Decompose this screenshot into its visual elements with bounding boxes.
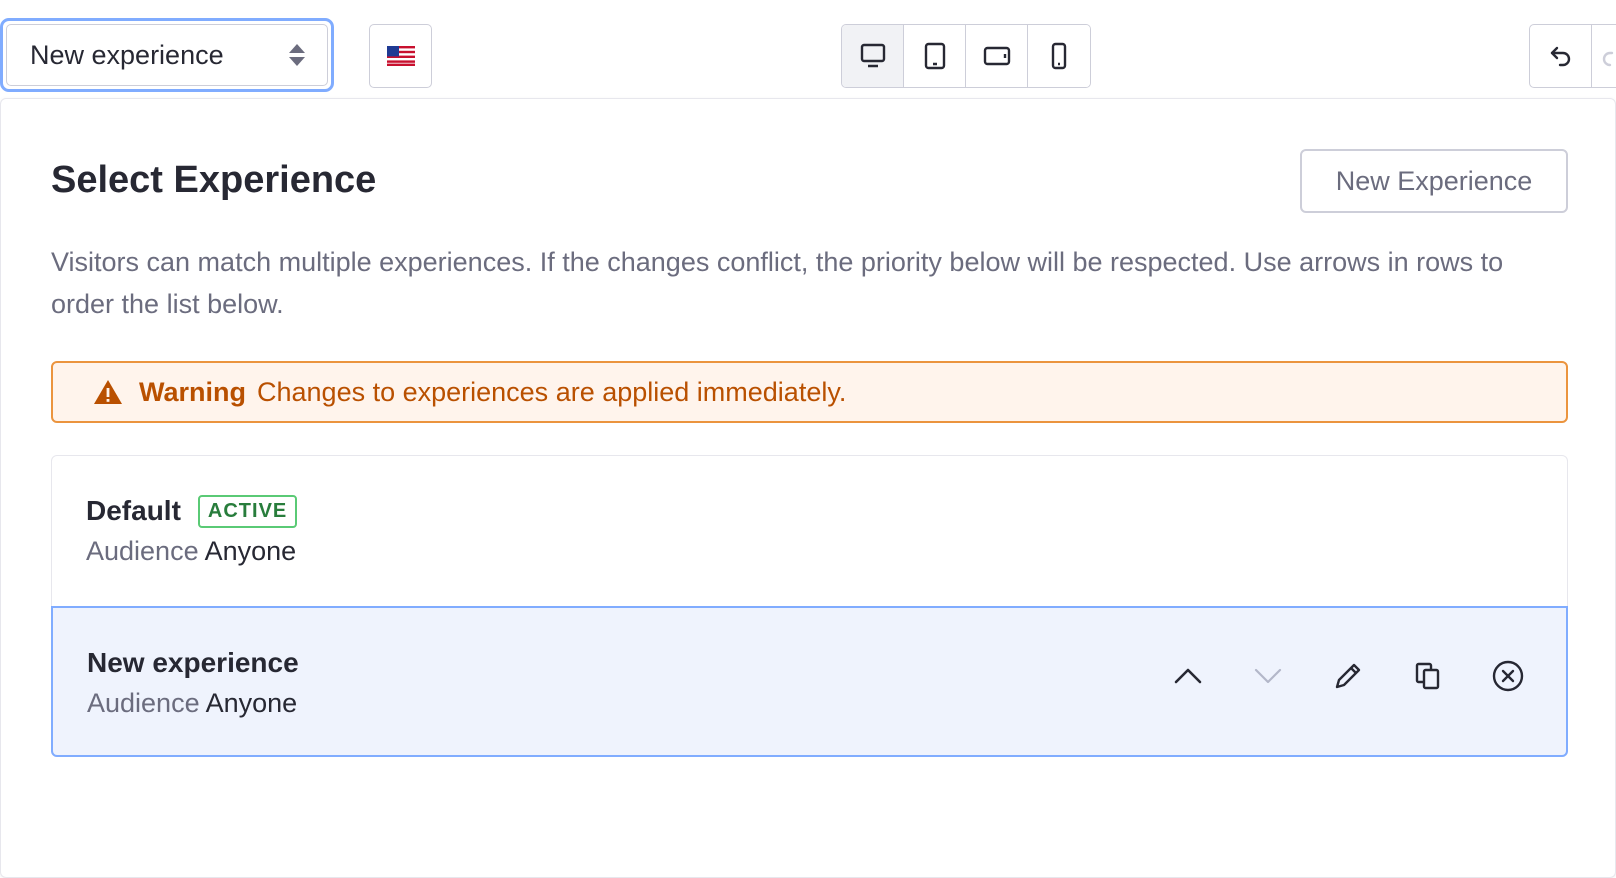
pencil-icon bbox=[1335, 663, 1361, 689]
edit-button[interactable] bbox=[1330, 658, 1366, 694]
mobile-icon bbox=[1051, 42, 1067, 70]
experience-list: Default ACTIVE Audience Anyone New exper… bbox=[51, 455, 1568, 757]
move-up-button[interactable] bbox=[1170, 658, 1206, 694]
experience-select[interactable]: New experience bbox=[0, 18, 334, 92]
tablet-icon bbox=[924, 42, 945, 70]
experience-audience: Audience Anyone bbox=[86, 536, 1567, 567]
tablet-landscape-view-button[interactable] bbox=[966, 25, 1028, 87]
new-experience-button[interactable]: New Experience bbox=[1300, 149, 1568, 213]
tablet-view-button[interactable] bbox=[904, 25, 966, 87]
warning-label: Warning bbox=[139, 376, 246, 407]
us-flag-icon bbox=[386, 46, 415, 66]
experience-name: Default bbox=[86, 495, 181, 526]
experience-row-new[interactable]: New experience Audience Anyone bbox=[51, 606, 1568, 757]
audience-value: Anyone bbox=[205, 688, 298, 718]
warning-message: Changes to experiences are applied immed… bbox=[257, 376, 847, 407]
row-actions bbox=[1170, 658, 1526, 694]
move-down-button[interactable] bbox=[1250, 658, 1286, 694]
audience-label: Audience bbox=[86, 536, 199, 566]
warning-alert: Warning Changes to experiences are appli… bbox=[51, 361, 1568, 423]
toolbar: New experience bbox=[0, 0, 1616, 98]
audience-value: Anyone bbox=[204, 536, 297, 566]
redo-icon bbox=[1602, 51, 1614, 67]
mobile-view-button[interactable] bbox=[1028, 25, 1090, 87]
close-circle-icon bbox=[1492, 660, 1524, 692]
desktop-view-button[interactable] bbox=[842, 25, 904, 87]
duplicate-button[interactable] bbox=[1410, 658, 1446, 694]
device-switcher bbox=[841, 24, 1091, 88]
desktop-icon bbox=[860, 43, 885, 68]
experience-name: New experience bbox=[87, 647, 299, 678]
experience-panel: Select Experience New Experience Visitor… bbox=[0, 98, 1616, 878]
copy-icon bbox=[1415, 662, 1440, 690]
warning-icon bbox=[93, 378, 123, 406]
redo-button[interactable] bbox=[1592, 24, 1616, 88]
language-button[interactable] bbox=[369, 24, 432, 88]
undo-button[interactable] bbox=[1529, 24, 1592, 88]
delete-button[interactable] bbox=[1490, 658, 1526, 694]
tablet-landscape-icon bbox=[983, 46, 1010, 66]
panel-title: Select Experience bbox=[51, 159, 377, 201]
active-badge: ACTIVE bbox=[197, 494, 298, 528]
experience-row-default[interactable]: Default ACTIVE Audience Anyone bbox=[52, 456, 1567, 607]
panel-description: Visitors can match multiple experiences.… bbox=[51, 247, 1504, 319]
sort-arrows-icon bbox=[289, 44, 305, 66]
undo-icon bbox=[1550, 46, 1570, 67]
experience-select-value: New experience bbox=[30, 39, 224, 70]
chevron-up-icon bbox=[1174, 668, 1202, 684]
chevron-down-icon bbox=[1254, 668, 1282, 684]
audience-label: Audience bbox=[87, 688, 200, 718]
